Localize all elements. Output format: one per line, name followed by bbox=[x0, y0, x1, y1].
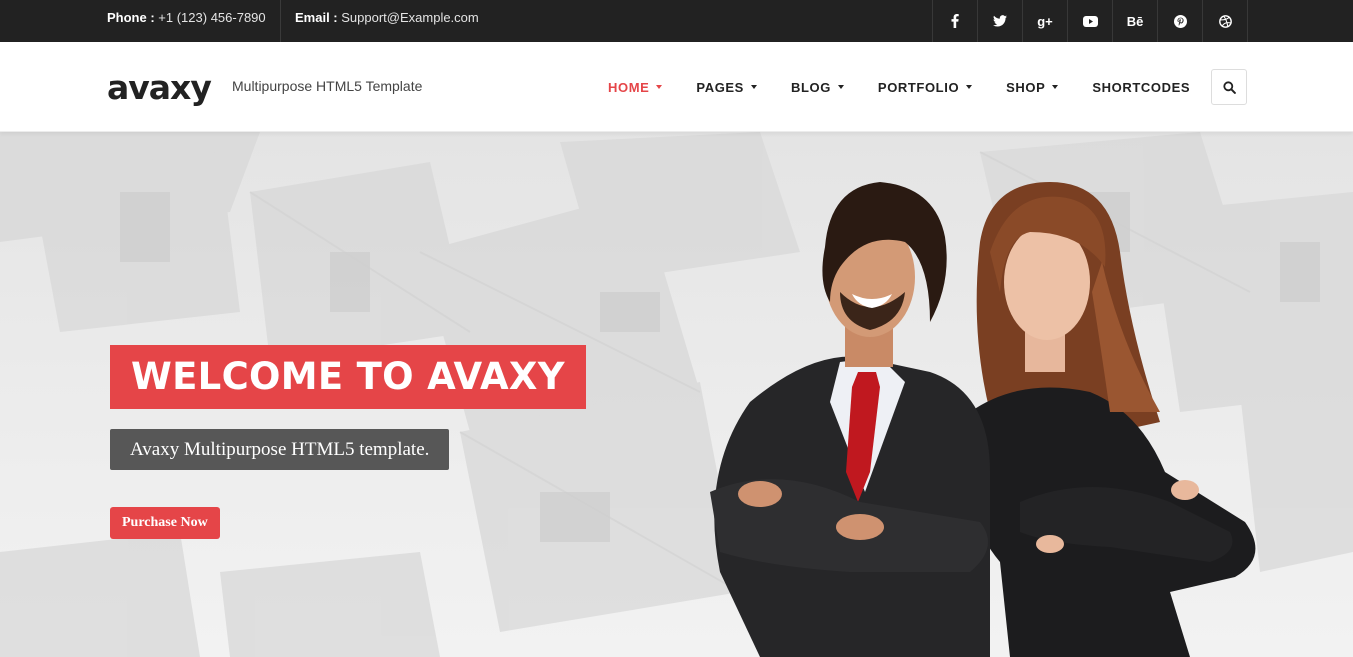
nav-label: PAGES bbox=[696, 79, 744, 95]
nav-item-blog[interactable]: BLOG bbox=[791, 80, 844, 95]
facebook-icon[interactable] bbox=[933, 0, 978, 42]
twitter-icon[interactable] bbox=[978, 0, 1023, 42]
google-plus-text: g+ bbox=[1037, 13, 1053, 29]
nav-item-shop[interactable]: SHOP bbox=[1006, 79, 1059, 95]
hero-title: WELCOME TO AVAXY bbox=[110, 345, 586, 409]
email-value[interactable]: Support@Example.com bbox=[341, 10, 478, 25]
behance-icon[interactable]: Bē bbox=[1113, 0, 1158, 42]
nav-label: SHORTCODES bbox=[1092, 79, 1191, 95]
chevron-down-icon bbox=[1052, 85, 1059, 89]
pinterest-icon[interactable] bbox=[1158, 0, 1203, 42]
business-people-image bbox=[710, 182, 1256, 657]
chevron-down-icon bbox=[750, 85, 757, 89]
site-logo[interactable]: avaxy bbox=[107, 66, 212, 110]
phone-label: Phone : bbox=[107, 10, 155, 25]
youtube-icon[interactable] bbox=[1068, 0, 1113, 42]
main-nav: HOME PAGES BLOG PORTFOLIO SHOP SHORTCODE… bbox=[608, 42, 1224, 132]
search-button[interactable] bbox=[1211, 69, 1247, 105]
site-header: avaxy Multipurpose HTML5 Template HOME P… bbox=[0, 42, 1353, 132]
nav-item-shortcodes[interactable]: SHORTCODES bbox=[1092, 80, 1190, 95]
email-info: Email : Support@Example.com bbox=[280, 0, 479, 42]
nav-label: SHOP bbox=[1006, 79, 1046, 95]
search-icon bbox=[1222, 80, 1236, 94]
hero-subtitle: Avaxy Multipurpose HTML5 template. bbox=[110, 429, 450, 470]
nav-item-pages[interactable]: PAGES bbox=[696, 80, 757, 95]
nav-label: PORTFOLIO bbox=[877, 79, 960, 95]
top-bar: Phone : +1 (123) 456-7890 Email : Suppor… bbox=[0, 0, 1353, 42]
chevron-down-icon bbox=[966, 85, 973, 89]
dribbble-icon[interactable] bbox=[1203, 0, 1248, 42]
chevron-down-icon bbox=[837, 85, 844, 89]
hero-slider: WELCOME TO AVAXY Avaxy Multipurpose HTML… bbox=[0, 132, 1353, 657]
chevron-down-icon bbox=[656, 85, 663, 89]
nav-item-portfolio[interactable]: PORTFOLIO bbox=[877, 79, 973, 95]
nav-label: HOME bbox=[608, 79, 650, 95]
site-tagline: Multipurpose HTML5 Template bbox=[232, 78, 423, 94]
nav-label: BLOG bbox=[790, 79, 831, 95]
purchase-now-button[interactable]: Purchase Now bbox=[110, 507, 220, 539]
phone-value[interactable]: +1 (123) 456-7890 bbox=[158, 10, 265, 25]
email-label: Email : bbox=[295, 10, 338, 25]
google-plus-icon[interactable]: g+ bbox=[1023, 0, 1068, 42]
nav-item-home[interactable]: HOME bbox=[608, 79, 663, 95]
phone-info: Phone : +1 (123) 456-7890 bbox=[107, 0, 266, 42]
social-links: g+ Bē bbox=[932, 0, 1248, 42]
behance-text: Bē bbox=[1126, 13, 1144, 29]
